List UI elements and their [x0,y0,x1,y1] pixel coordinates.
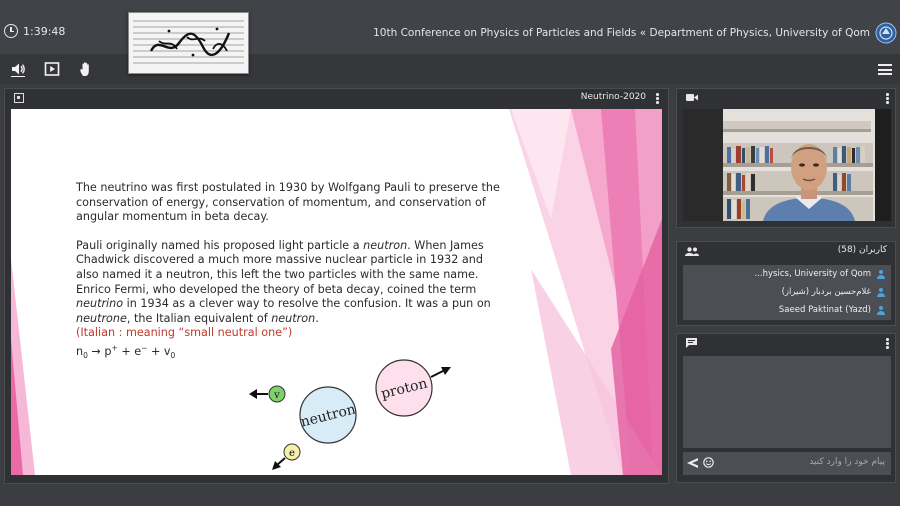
chat-messages [683,356,891,448]
p2-emphasis-3: neutrone [76,311,127,325]
presentation-title: Neutrino-2020 [580,92,646,102]
eq-v: + v [147,344,171,358]
attendee-name: Saeed Paktinat (Yazd) [778,305,871,315]
italian-note: (Italian : meaning “small neutral one”) [76,326,293,340]
video-camera-icon[interactable] [686,93,698,102]
neutrino-label: v [273,390,280,401]
top-bar: 1:39:48 10th Conference on Physics of Pa… [0,0,900,74]
attendee-row[interactable]: Saeed Paktinat (Yazd) [779,305,885,315]
slide-paragraph-1: The neutrino was first postulated in 193… [76,181,500,224]
p2-emphasis-2: neutrino [76,297,124,311]
presentation-header: Neutrino-2020 [5,89,668,107]
elapsed-time: 1:39:48 [4,24,65,38]
attendees-pod: کاربران (58) ...hysics, University of Qo… [676,241,896,326]
chat-icon [686,338,697,348]
speaker-icon[interactable] [10,61,26,77]
electron-label: e [289,448,295,459]
slide: The neutrino was first postulated in 193… [11,109,662,475]
attendee-name: غلام‌حسین بردبار (شیراز) [781,287,871,297]
webcam-pod [676,88,896,228]
webcam-header [677,89,895,107]
p2-text-5: . [315,311,319,325]
conference-title: 10th Conference on Physics of Particles … [373,27,870,39]
slide-body: The neutrino was first postulated in 193… [76,181,506,378]
user-icon [876,287,885,297]
p2-emphasis-1: neutron [363,238,408,252]
webcam-options-icon[interactable] [886,93,889,105]
slide-paragraph-2: Pauli originally named his proposed ligh… [76,239,506,364]
p2-emphasis-4: neutron [271,311,316,325]
send-icon[interactable] [687,458,698,468]
chat-header [677,334,895,352]
neutrino-particle: v [249,385,286,403]
presentation-pod: Neutrino-2020 The neutrino was first pos… [4,88,669,484]
users-icon [685,247,699,256]
p2-text-3: in 1934 as a clever way to resolve the c… [123,297,491,311]
p2-text-1: Pauli originally named his proposed ligh… [76,238,364,252]
electron-particle: e [272,443,301,470]
elapsed-time-label: 1:39:48 [23,24,66,38]
hamburger-menu-icon[interactable] [878,64,892,75]
attendees-header: کاربران (58) [677,242,895,260]
chat-placeholder: پیام خود را وارد کنید [809,457,885,467]
eq-arrow-p: → p [87,344,112,358]
attendees-list: ...hysics, University of Qom غلام‌حسین ب… [683,265,891,320]
attendees-count: کاربران (58) [837,245,887,255]
attendee-row[interactable]: غلام‌حسین بردبار (شیراز) [782,287,885,297]
conference-logo [128,12,249,74]
chat-input-field[interactable]: پیام خود را وارد کنید [683,452,891,475]
smiley-icon[interactable] [703,457,714,468]
decay-equation: n0 → p+ + e− + v0 [76,343,176,360]
neutron-particle: neutron [299,386,357,444]
chat-pod: پیام خود را وارد کنید [676,333,896,483]
user-icon [876,305,885,315]
beta-decay-diagram: neutron proton v e [249,359,451,470]
proton-particle: proton [375,359,451,417]
p2-text-4: , the Italian equivalent of [126,311,272,325]
chat-options-icon[interactable] [886,338,889,350]
webcam-video [683,109,891,221]
play-square-icon[interactable] [44,61,60,77]
eq-e: + e [117,344,142,358]
user-icon [876,269,885,279]
clock-icon [4,24,18,38]
share-screen-icon[interactable] [14,93,24,103]
raise-hand-icon[interactable] [78,61,94,77]
attendee-row[interactable]: ...hysics, University of Qom [755,269,885,279]
attendee-name: ...hysics, University of Qom [754,269,871,279]
university-emblem-icon [875,22,897,44]
presentation-options-icon[interactable] [656,93,659,105]
eq-v-sub: 0 [170,350,176,360]
